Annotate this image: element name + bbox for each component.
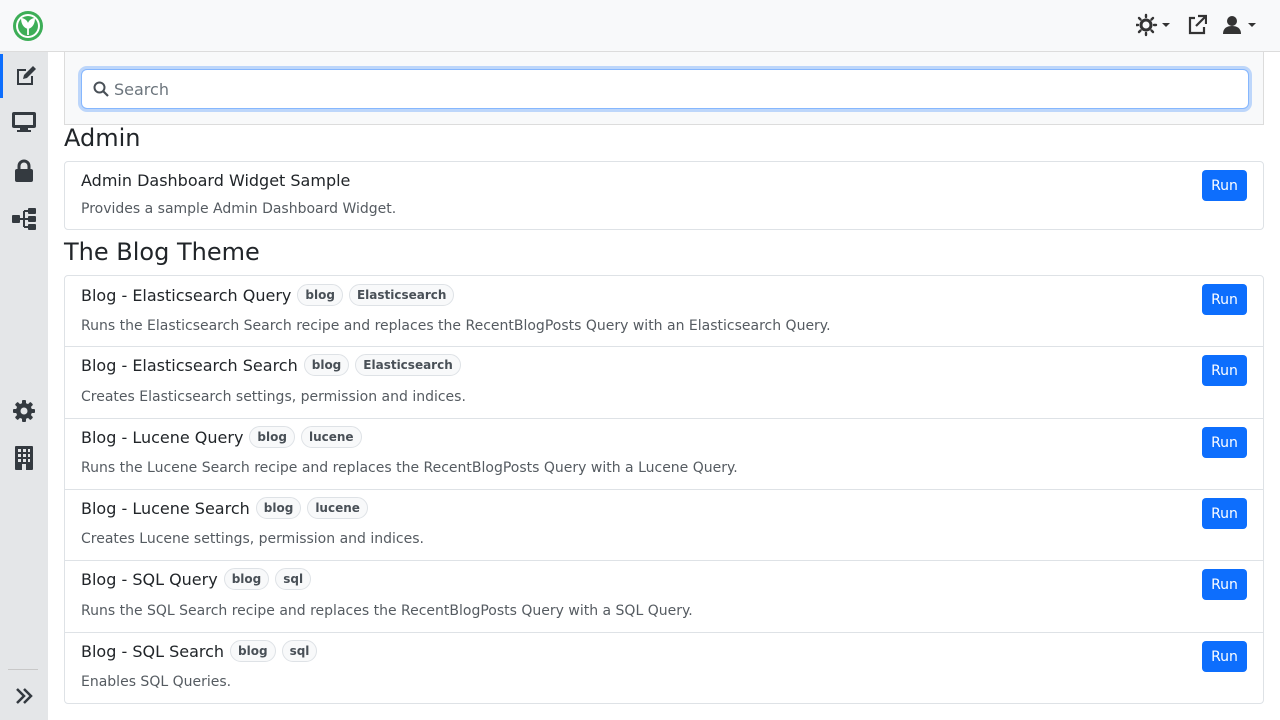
sidebar-item-security[interactable] <box>0 149 48 193</box>
tag-badge: Elasticsearch <box>355 354 461 376</box>
theme-toggle-button[interactable] <box>1134 13 1172 41</box>
top-navbar <box>0 0 1280 52</box>
expand-sidebar-button[interactable] <box>0 674 48 718</box>
expand-sidebar-icon <box>16 688 33 704</box>
search-card <box>64 52 1264 125</box>
edit-icon <box>16 66 36 85</box>
external-link-icon <box>1188 14 1208 35</box>
run-button[interactable]: Run <box>1202 355 1247 386</box>
recipe-title: Admin Dashboard Widget Sample <box>81 171 351 190</box>
sidebar-item-content[interactable] <box>0 54 48 98</box>
sitemap-icon <box>12 208 36 230</box>
gear-icon <box>13 400 35 422</box>
sidebar-item-settings[interactable] <box>0 389 48 433</box>
list-item: Blog - Elasticsearch Search blog Elastic… <box>65 347 1263 419</box>
sidebar-divider <box>8 669 38 670</box>
search-icon <box>93 81 109 97</box>
tag-badge: blog <box>249 426 295 448</box>
recipe-title: Blog - SQL Search <box>81 641 225 661</box>
theme-toggle-icon <box>1134 13 1170 37</box>
recipe-description: Runs the Elasticsearch Search recipe and… <box>81 318 831 334</box>
tag-badge: blog <box>255 497 302 519</box>
tag-badge: sql <box>281 640 318 662</box>
tag-badge: blog <box>223 568 270 590</box>
recipe-list-blog-theme: Blog - Elasticsearch Query blog Elastics… <box>64 275 1264 704</box>
lock-icon <box>15 159 33 182</box>
recipe-title: Blog - Elasticsearch Query <box>81 285 292 305</box>
recipe-list-admin: Admin Dashboard Widget Sample Provides a… <box>64 161 1264 230</box>
list-item: Blog - Elasticsearch Query blog Elastics… <box>65 276 1263 347</box>
tag-badge: blog <box>303 354 350 376</box>
tag-badge: sql <box>275 568 312 590</box>
list-item: Blog - SQL Search blog sql Enables SQL Q… <box>65 633 1263 703</box>
tag-badge: lucene <box>307 497 368 519</box>
open-site-button[interactable] <box>1187 13 1208 41</box>
recipe-title: Blog - SQL Query <box>81 569 218 589</box>
search-box[interactable] <box>81 69 1249 109</box>
sidebar-item-configuration[interactable] <box>0 197 48 241</box>
building-icon <box>15 446 33 470</box>
recipe-description: Provides a sample Admin Dashboard Widget… <box>81 201 397 217</box>
run-button[interactable]: Run <box>1202 284 1247 315</box>
recipe-title: Blog - Elasticsearch Search <box>81 355 298 375</box>
list-item: Admin Dashboard Widget Sample Provides a… <box>65 162 1263 229</box>
recipe-title: Blog - Lucene Query <box>81 427 244 447</box>
section-title-blog-theme: The Blog Theme <box>64 238 260 266</box>
sidebar-item-tenants[interactable] <box>0 436 48 480</box>
recipe-description: Runs the Lucene Search recipe and replac… <box>81 460 738 476</box>
run-button[interactable]: Run <box>1202 170 1247 201</box>
recipe-title: Blog - Lucene Search <box>81 498 250 518</box>
recipe-description: Runs the SQL Search recipe and replaces … <box>81 603 693 619</box>
desktop-icon <box>12 112 36 132</box>
list-item: Blog - Lucene Search blog lucene Creates… <box>65 490 1263 561</box>
recipe-description: Enables SQL Queries. <box>81 674 232 690</box>
user-menu-button[interactable] <box>1222 13 1262 41</box>
search-input[interactable] <box>114 79 1214 99</box>
run-button[interactable]: Run <box>1202 569 1247 600</box>
tag-badge: blog <box>230 640 276 662</box>
tag-badge: blog <box>297 284 343 306</box>
tag-badge: lucene <box>300 426 362 448</box>
run-button[interactable]: Run <box>1202 427 1247 458</box>
run-button[interactable]: Run <box>1202 498 1247 529</box>
user-icon <box>1223 16 1256 34</box>
orchard-logo-icon[interactable] <box>12 10 44 42</box>
list-item: Blog - Lucene Query blog lucene Runs the… <box>65 419 1263 490</box>
list-item: Blog - SQL Query blog sql Runs the SQL S… <box>65 561 1263 633</box>
recipe-description: Creates Lucene settings, permission and … <box>81 531 424 547</box>
tag-badge: Elasticsearch <box>348 284 455 306</box>
recipe-description: Creates Elasticsearch settings, permissi… <box>81 389 466 405</box>
sidebar-item-design[interactable] <box>0 100 48 144</box>
sidebar <box>0 52 48 720</box>
section-title-admin: Admin <box>64 124 141 152</box>
run-button[interactable]: Run <box>1202 641 1247 672</box>
